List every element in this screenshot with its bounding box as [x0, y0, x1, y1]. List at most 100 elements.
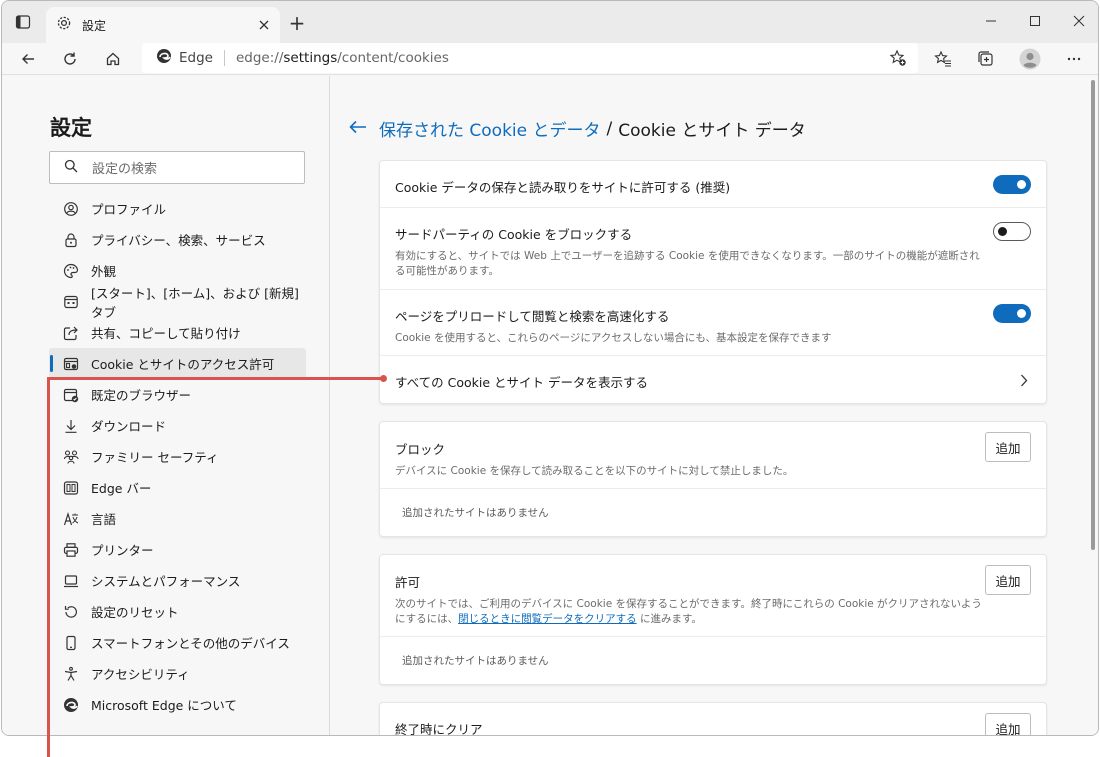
- sidebar-item-label: Microsoft Edge について: [91, 698, 237, 713]
- clear-on-exit-add-button[interactable]: 追加: [985, 713, 1031, 735]
- allow-desc: 次のサイトでは、ご利用のデバイスに Cookie を保存することができます。終了…: [395, 597, 985, 627]
- sidebar-item-label: 設定のリセット: [91, 605, 179, 620]
- block-card: ブロック デバイスに Cookie を保存して読み取ることを以下のサイトに対して…: [379, 421, 1047, 537]
- sidebar-item-privacy[interactable]: プライバシー、検索、サービス: [49, 224, 306, 255]
- sidebar-item-label: プリンター: [91, 543, 154, 558]
- allow-title: 許可: [395, 575, 421, 590]
- block-third-party-toggle[interactable]: [993, 222, 1031, 241]
- sidebar-item-default-browser[interactable]: 既定のブラウザー: [49, 379, 306, 410]
- avatar[interactable]: [1017, 46, 1043, 72]
- sidebar-item-appearance[interactable]: 外観: [49, 255, 306, 286]
- sidebar-item-accessibility[interactable]: アクセシビリティ: [49, 658, 306, 689]
- home-tabs-icon: [63, 294, 79, 310]
- search-placeholder: 設定の検索: [92, 162, 158, 177]
- sidebar-item-downloads[interactable]: ダウンロード: [49, 410, 306, 441]
- allow-card: 許可 次のサイトでは、ご利用のデバイスに Cookie を保存することができます…: [379, 554, 1047, 685]
- allow-add-button[interactable]: 追加: [985, 565, 1031, 595]
- family-icon: [63, 449, 79, 465]
- omnibox-separator: [223, 50, 225, 66]
- sidebar-item-label: 言語: [91, 512, 117, 527]
- block-desc: デバイスに Cookie を保存して読み取ることを以下のサイトに対して禁止しまし…: [395, 465, 794, 477]
- home-icon[interactable]: [100, 46, 126, 72]
- more-menu-icon[interactable]: [1061, 46, 1087, 72]
- gear-icon: [56, 15, 72, 35]
- laptop-icon: [63, 573, 79, 589]
- default-browser-icon: [63, 387, 79, 403]
- block-third-party-title: サードパーティの Cookie をブロックする: [395, 227, 633, 242]
- new-tab-button[interactable]: +: [286, 11, 308, 35]
- allow-cookies-toggle[interactable]: [993, 175, 1031, 194]
- sidebar-item-label: スマートフォンとその他のデバイス: [91, 636, 290, 651]
- sidebar-item-label: Cookie とサイトのアクセス許可: [91, 357, 275, 372]
- maximize-icon[interactable]: [1020, 9, 1050, 33]
- sidebar-item-label: プロファイル: [91, 202, 167, 217]
- settings-sidebar: 設定 設定の検索 プロファイル プライバシー、検索、サービス 外観 [スタート]…: [2, 76, 330, 735]
- collections-icon[interactable]: [973, 46, 999, 72]
- sidebar-item-share[interactable]: 共有、コピーして貼り付け: [49, 317, 306, 348]
- close-tab-icon[interactable]: [258, 16, 270, 35]
- phone-icon: [63, 635, 79, 651]
- see-all-cookies-title: すべての Cookie とサイト データを表示する: [395, 375, 648, 390]
- edge-logo-icon: [156, 48, 172, 68]
- cookie-settings-card: Cookie データの保存と読み取りをサイトに許可する (推奨) サードパーティ…: [379, 160, 1047, 404]
- sidebar-item-about[interactable]: Microsoft Edge について: [49, 689, 306, 720]
- clear-on-exit-title: 終了時にクリア: [395, 722, 483, 736]
- allow-desc-tail: に進みます。: [636, 613, 702, 625]
- allow-cookies-row: Cookie データの保存と読み取りをサイトに許可する (推奨): [380, 161, 1046, 208]
- sidebar-item-reset[interactable]: 設定のリセット: [49, 596, 306, 627]
- sidebar-item-system[interactable]: システムとパフォーマンス: [49, 565, 306, 596]
- printer-icon: [63, 542, 79, 558]
- back-icon[interactable]: [15, 46, 41, 72]
- allow-cookies-title: Cookie データの保存と読み取りをサイトに許可する (推奨): [395, 180, 731, 195]
- sidebar-item-printer[interactable]: プリンター: [49, 534, 306, 565]
- tab-actions-icon[interactable]: [12, 11, 34, 33]
- sidebar-item-label: ファミリー セーフティ: [91, 450, 219, 465]
- sidebar-item-start-home[interactable]: [スタート]、[ホーム]、および [新規] タブ: [49, 286, 306, 320]
- close-window-icon[interactable]: [1064, 9, 1094, 33]
- sidebar-item-label: 外観: [91, 264, 117, 279]
- refresh-icon[interactable]: [57, 46, 83, 72]
- sidebar-item-label: 共有、コピーして貼り付け: [91, 326, 241, 341]
- back-arrow-icon[interactable]: [349, 118, 367, 139]
- address-toolbar: Edge edge://settings/content/cookies: [2, 43, 1098, 75]
- site-permissions-icon: [63, 356, 79, 372]
- search-input[interactable]: 設定の検索: [49, 151, 305, 184]
- sidebar-item-edge-bar[interactable]: Edge バー: [49, 472, 306, 503]
- search-icon: [64, 158, 78, 177]
- sidebar-item-label: 既定のブラウザー: [91, 388, 192, 403]
- breadcrumb: 保存された Cookie とデータ / Cookie とサイト データ: [349, 116, 806, 141]
- allow-empty-row: 追加されたサイトはありません: [380, 637, 1046, 684]
- see-all-cookies-row[interactable]: すべての Cookie とサイト データを表示する: [380, 356, 1046, 403]
- sidebar-item-profile[interactable]: プロファイル: [49, 193, 306, 224]
- page-title: Cookie とサイト データ: [618, 121, 806, 141]
- address-bar[interactable]: Edge edge://settings/content/cookies: [142, 43, 918, 73]
- main-scrollbar[interactable]: [1088, 76, 1098, 735]
- minimize-icon[interactable]: [976, 9, 1006, 33]
- sidebar-item-language[interactable]: 言語: [49, 503, 306, 534]
- clear-browsing-data-link[interactable]: 閉じるときに閲覧データをクリアする: [458, 613, 637, 625]
- callout-line-vertical: [47, 379, 50, 757]
- omnibox-brand: Edge: [179, 50, 213, 66]
- sidebar-item-phone[interactable]: スマートフォンとその他のデバイス: [49, 627, 306, 658]
- add-favorite-icon[interactable]: [888, 48, 908, 68]
- breadcrumb-separator: /: [606, 118, 613, 139]
- block-add-button[interactable]: 追加: [985, 432, 1031, 462]
- callout-line-horizontal: [47, 377, 383, 380]
- settings-main: 保存された Cookie とデータ / Cookie とサイト データ Cook…: [331, 76, 1089, 736]
- sidebar-item-label: システムとパフォーマンス: [91, 574, 241, 589]
- breadcrumb-link[interactable]: 保存された Cookie とデータ: [379, 116, 601, 141]
- favorites-icon[interactable]: [930, 46, 956, 72]
- scroll-thumb[interactable]: [1091, 80, 1095, 550]
- chevron-right-icon: [1020, 372, 1028, 391]
- tab-settings[interactable]: 設定: [46, 7, 280, 43]
- preload-toggle[interactable]: [993, 304, 1031, 323]
- block-third-party-desc: 有効にすると、サイトでは Web 上でユーザーを追跡する Cookie を使用で…: [395, 250, 980, 277]
- sidebar-item-cookies[interactable]: Cookie とサイトのアクセス許可: [49, 348, 306, 379]
- sidebar-item-label: Edge バー: [91, 481, 152, 496]
- share-icon: [63, 325, 79, 341]
- sidebar-item-family[interactable]: ファミリー セーフティ: [49, 441, 306, 472]
- sidebar-item-label: ダウンロード: [91, 419, 167, 434]
- sidebar-item-label: [スタート]、[ホーム]、および [新規] タブ: [91, 285, 299, 320]
- block-empty-row: 追加されたサイトはありません: [380, 489, 1046, 536]
- preload-row: ページをプリロードして閲覧と検索を高速化する Cookie を使用すると、これら…: [380, 290, 1046, 356]
